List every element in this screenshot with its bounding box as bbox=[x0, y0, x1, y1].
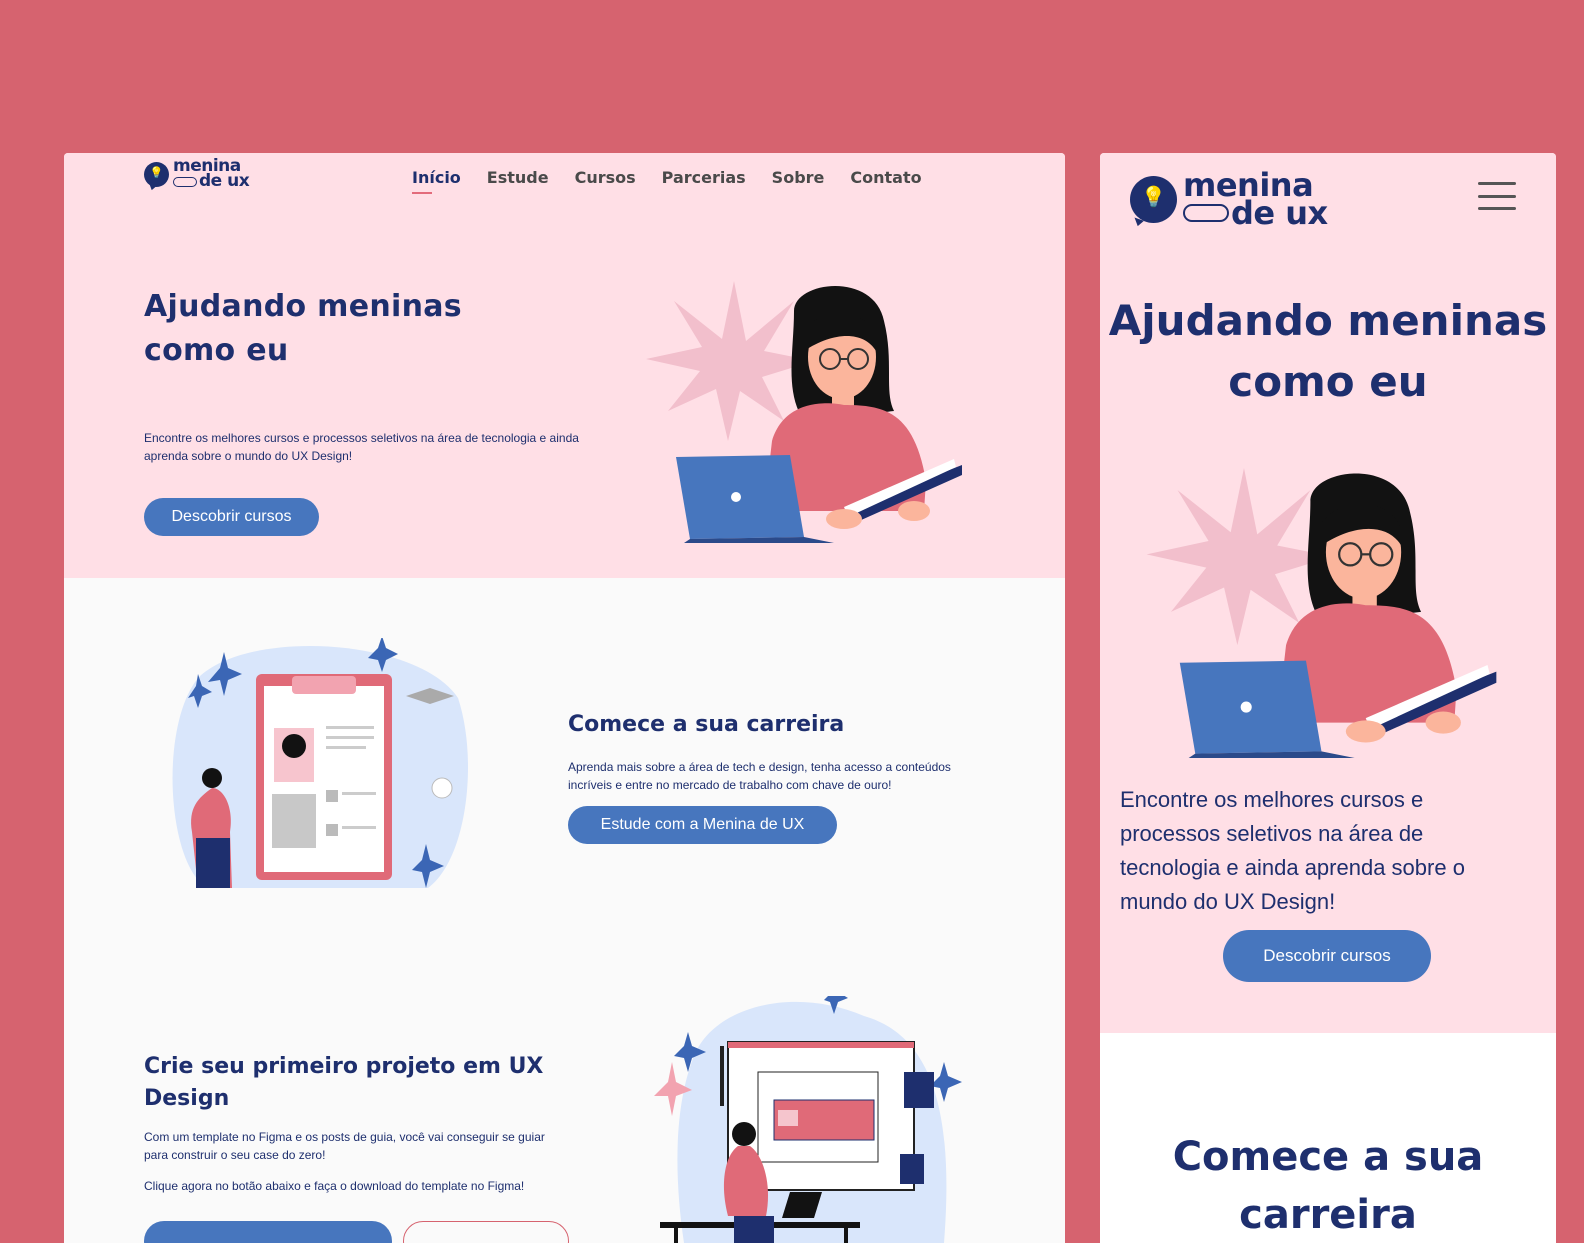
lightbulb-icon: 💡 bbox=[144, 161, 169, 187]
desktop-mockup: 💡 menina de ux Início Estude Cursos Parc… bbox=[64, 153, 1065, 1243]
mobile-mockup: 💡 menina de ux Ajudando meninas como eu … bbox=[1100, 153, 1556, 1243]
nav-cursos[interactable]: Cursos bbox=[575, 168, 636, 187]
hero-text: Encontre os melhores cursos e processos … bbox=[144, 431, 579, 463]
pill-shape bbox=[173, 176, 197, 187]
career-title: Comece a sua carreira bbox=[568, 712, 845, 737]
main-nav: Início Estude Cursos Parcerias Sobre Con… bbox=[412, 168, 948, 194]
hero-illustration bbox=[646, 281, 962, 543]
nav-estude[interactable]: Estude bbox=[487, 168, 549, 187]
mobile-hero-title: Ajudando meninas como eu bbox=[1108, 296, 1548, 406]
project-text-1: Com um template no Figma e os posts de g… bbox=[144, 1130, 545, 1162]
brand-line2: de ux bbox=[1231, 194, 1328, 232]
brand-line2: de ux bbox=[199, 171, 250, 191]
hero-title: Ajudando meninas como eu bbox=[144, 289, 462, 368]
designer-illustration bbox=[654, 996, 962, 1243]
resume-illustration bbox=[172, 638, 469, 888]
mobile-career-title: Comece a sua carreira bbox=[1172, 1134, 1484, 1238]
mobile-discover-courses-button[interactable]: Descobrir cursos bbox=[1223, 930, 1431, 982]
nav-contato[interactable]: Contato bbox=[850, 168, 921, 187]
mobile-hero-illustration bbox=[1146, 468, 1497, 758]
pill-shape bbox=[1183, 204, 1229, 222]
nav-parcerias[interactable]: Parcerias bbox=[662, 168, 746, 187]
download-template-button[interactable] bbox=[144, 1221, 392, 1243]
hamburger-menu-icon[interactable] bbox=[1478, 182, 1516, 210]
discover-courses-button[interactable]: Descobrir cursos bbox=[144, 498, 319, 536]
nav-inicio[interactable]: Início bbox=[412, 168, 461, 194]
brand-logo[interactable]: 💡 menina de ux bbox=[144, 158, 250, 191]
nav-sobre[interactable]: Sobre bbox=[772, 168, 825, 187]
project-text-2: Clique agora no botão abaixo e faça o do… bbox=[144, 1179, 525, 1193]
project-title: Crie seu primeiro projeto em UX Design bbox=[144, 1054, 544, 1111]
study-button[interactable]: Estude com a Menina de UX bbox=[568, 806, 837, 844]
mobile-hero-text: Encontre os melhores cursos e processos … bbox=[1120, 787, 1465, 914]
lightbulb-icon: 💡 bbox=[1130, 175, 1177, 223]
secondary-button[interactable] bbox=[403, 1221, 569, 1243]
mobile-brand-logo[interactable]: 💡 menina de ux bbox=[1130, 169, 1328, 232]
career-text: Aprenda mais sobre a área de tech e desi… bbox=[568, 760, 951, 792]
